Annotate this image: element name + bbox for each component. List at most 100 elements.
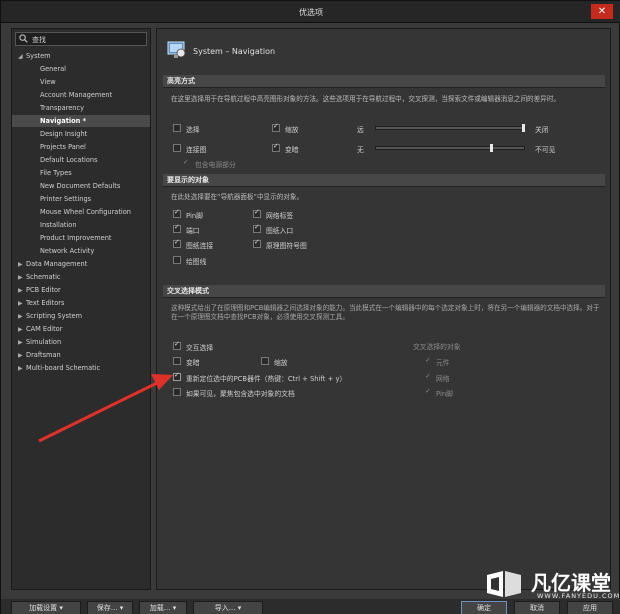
obj-pin-label: Pin脚 bbox=[436, 390, 453, 398]
tree-expander-icon[interactable]: ◢ bbox=[18, 51, 26, 63]
search-icon bbox=[19, 34, 28, 43]
tree-item[interactable]: Product Improvement bbox=[12, 232, 150, 244]
tree-expander-icon[interactable]: ▶ bbox=[18, 363, 26, 375]
load-settings-button[interactable]: 加载设置 ▾ bbox=[11, 601, 81, 614]
save-label: 保存... bbox=[96, 604, 118, 612]
reposition-pcb-checkbox[interactable] bbox=[173, 371, 181, 381]
tree-item-label: CAM Editor bbox=[26, 325, 63, 333]
section-display-header: 要显示的对象 bbox=[163, 174, 605, 187]
cross-select-description: 这种模式给出了在原理图和PCB编辑器之间选择对象的能力。当此模式在一个编辑器中的… bbox=[171, 304, 600, 321]
cross-select-enable-label: 交互选择 bbox=[186, 344, 214, 352]
highlight-zoom-checkbox[interactable] bbox=[272, 122, 280, 132]
zoom-level-slider[interactable] bbox=[375, 124, 525, 132]
tree-item[interactable]: ▶ Data Management bbox=[12, 258, 150, 270]
highlight-select-checkbox[interactable] bbox=[173, 124, 181, 132]
tree-expander-icon[interactable]: ▶ bbox=[18, 259, 26, 271]
tree-item-label: Text Editors bbox=[26, 299, 65, 307]
tree-item[interactable]: Mouse Wheel Configuration bbox=[12, 206, 150, 218]
tree-item[interactable]: Printer Settings bbox=[12, 193, 150, 205]
focus-document-checkbox[interactable] bbox=[173, 388, 181, 396]
display-port-checkbox[interactable] bbox=[173, 223, 181, 233]
obj-net-check-icon: ✓ bbox=[425, 372, 431, 380]
tree-item[interactable]: Navigation * bbox=[12, 115, 150, 127]
highlight-connect-label: 连接图 bbox=[186, 146, 207, 154]
section-cross-select-header: 交叉选择模式 bbox=[163, 285, 605, 298]
tree-item[interactable]: ▶ PCB Editor bbox=[12, 284, 150, 296]
cross-dim-checkbox[interactable] bbox=[173, 357, 181, 365]
tree-item[interactable]: ◢ System bbox=[12, 50, 150, 62]
dim-slider-handle[interactable] bbox=[489, 144, 493, 152]
highlight-connect-checkbox[interactable] bbox=[173, 144, 181, 152]
tree-item-label: Installation bbox=[40, 221, 77, 229]
tree-item-label: Account Management bbox=[40, 91, 113, 99]
section-highlight-header: 高亮方式 bbox=[163, 75, 605, 88]
window-title: 优选项 bbox=[299, 8, 323, 17]
zoom-slider-handle[interactable] bbox=[522, 124, 525, 132]
tree-expander-icon[interactable]: ▶ bbox=[18, 350, 26, 362]
tree-item-label: Design Insight bbox=[40, 130, 88, 138]
highlight-dim-checkbox[interactable] bbox=[272, 142, 280, 152]
display-sheetentry-label: 图纸入口 bbox=[266, 227, 294, 235]
tree-item[interactable]: Projects Panel bbox=[12, 141, 150, 153]
obj-net-label: 网络 bbox=[436, 375, 450, 383]
search-input[interactable]: 查找 bbox=[15, 32, 147, 46]
cross-objects-header: 交叉选择的对象 bbox=[413, 343, 461, 351]
tree-item-label: PCB Editor bbox=[26, 286, 61, 294]
display-wire-label: 绘图线 bbox=[186, 258, 207, 266]
tree-item[interactable]: View bbox=[12, 76, 150, 88]
tree-item[interactable]: Default Locations bbox=[12, 154, 150, 166]
tree-item[interactable]: ▶ Simulation bbox=[12, 336, 150, 348]
tree-item-label: System bbox=[26, 52, 51, 60]
tree-item[interactable]: New Document Defaults bbox=[12, 180, 150, 192]
tree-item-label: Network Activity bbox=[40, 247, 95, 255]
load-button[interactable]: 加载... ▾ bbox=[139, 601, 187, 614]
tree-item[interactable]: Installation bbox=[12, 219, 150, 231]
tree-item-label: Printer Settings bbox=[40, 195, 92, 203]
tree-expander-icon[interactable]: ▶ bbox=[18, 324, 26, 336]
import-button[interactable]: 导入... ▾ bbox=[193, 601, 263, 614]
tree-item[interactable]: ▶ Draftsman bbox=[12, 349, 150, 361]
display-wire-checkbox[interactable] bbox=[173, 256, 181, 264]
tree-expander-icon[interactable]: ▶ bbox=[18, 337, 26, 349]
tree-item[interactable]: Transparency bbox=[12, 102, 150, 114]
tree-item[interactable]: ▶ CAM Editor bbox=[12, 323, 150, 335]
tree-item[interactable]: Network Activity bbox=[12, 245, 150, 257]
tree-expander-icon[interactable]: ▶ bbox=[18, 285, 26, 297]
tree-item[interactable]: File Types bbox=[12, 167, 150, 179]
tree-item-label: Product Improvement bbox=[40, 234, 112, 242]
dim-none-label: 无 bbox=[357, 146, 364, 154]
tree-item[interactable]: ▶ Schematic bbox=[12, 271, 150, 283]
tree-item[interactable]: Design Insight bbox=[12, 128, 150, 140]
settings-panel: System – Navigation 高亮方式 在这里选择用于在导航过程中高亮… bbox=[156, 28, 611, 590]
display-sheetentry-checkbox[interactable] bbox=[253, 223, 261, 233]
cross-zoom-checkbox[interactable] bbox=[261, 357, 269, 365]
tree-expander-icon[interactable]: ▶ bbox=[18, 298, 26, 310]
tree-item[interactable]: ▶ Text Editors bbox=[12, 297, 150, 309]
tree-item-label: Data Management bbox=[26, 260, 88, 268]
page-title: System – Navigation bbox=[193, 47, 276, 56]
save-button[interactable]: 保存... ▾ bbox=[87, 601, 133, 614]
tree-item[interactable]: ▶ Scripting System bbox=[12, 310, 150, 322]
display-sheetconn-checkbox[interactable] bbox=[173, 238, 181, 248]
dim-invisible-label: 不可见 bbox=[535, 146, 556, 154]
highlight-description: 在这里选择用于在导航过程中高亮图形对象的方法。这些选项用于在导航过程中，交叉探测… bbox=[171, 95, 561, 103]
display-sheetconn-label: 图纸连接 bbox=[186, 242, 214, 250]
watermark-logo: 凡亿课堂 WWW.FANYEDU.COM bbox=[479, 567, 620, 603]
tree-item-label: Navigation * bbox=[40, 117, 87, 125]
import-label: 导入... bbox=[214, 604, 236, 612]
display-pin-checkbox[interactable] bbox=[173, 208, 181, 218]
tree-expander-icon[interactable]: ▶ bbox=[18, 272, 26, 284]
tree-item-label: Schematic bbox=[26, 273, 61, 281]
cross-select-enable-checkbox[interactable] bbox=[173, 340, 181, 350]
dim-level-slider[interactable] bbox=[375, 144, 525, 152]
display-description: 在此处选择要在“导航器面板”中显示的对象。 bbox=[171, 193, 304, 201]
tree-item[interactable]: General bbox=[12, 63, 150, 75]
highlight-select-label: 选择 bbox=[186, 126, 200, 134]
tree-item[interactable]: Account Management bbox=[12, 89, 150, 101]
tree-item-label: New Document Defaults bbox=[40, 182, 121, 190]
display-sheetsym-checkbox[interactable] bbox=[253, 238, 261, 248]
tree-expander-icon[interactable]: ▶ bbox=[18, 311, 26, 323]
display-netlabel-checkbox[interactable] bbox=[253, 208, 261, 218]
tree-item[interactable]: ▶ Multi-board Schematic bbox=[12, 362, 150, 374]
close-button[interactable]: ✕ bbox=[591, 4, 613, 19]
